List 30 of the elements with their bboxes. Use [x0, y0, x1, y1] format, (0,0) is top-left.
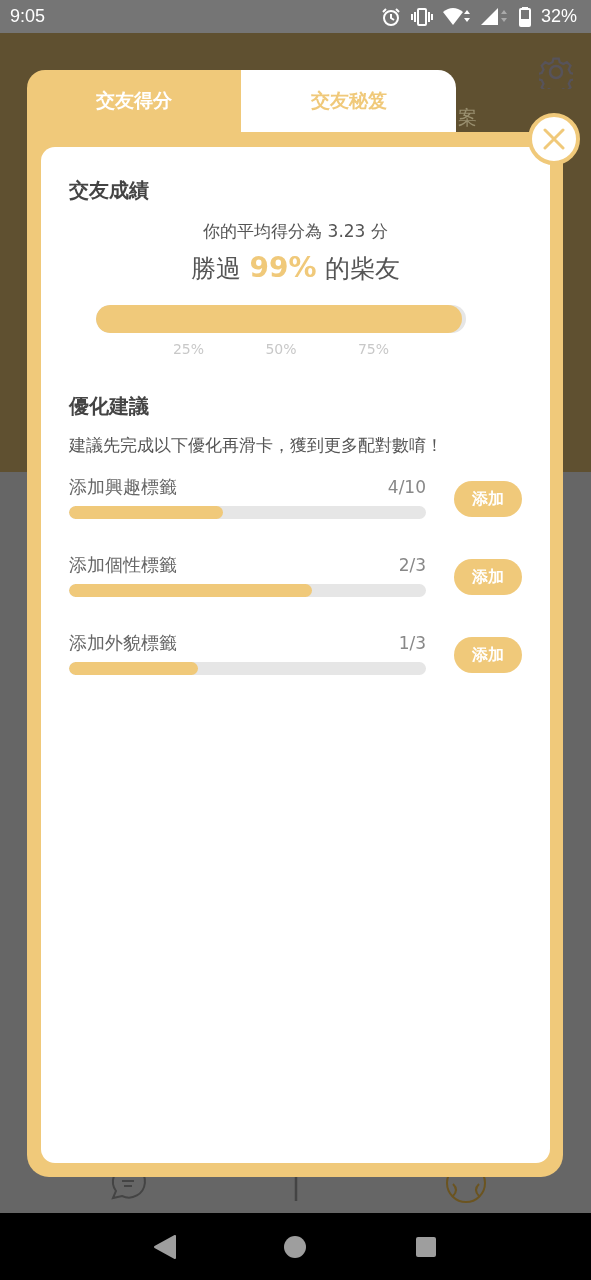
tab-label: 案 [458, 105, 477, 130]
battery-level: 32% [540, 6, 577, 27]
task-count: 1/3 [398, 633, 426, 653]
wifi-icon [442, 7, 471, 26]
add-button[interactable]: 添加 [454, 559, 522, 595]
beat-text: 的柴友 [324, 253, 400, 285]
clock-time: 9:05 [10, 6, 46, 27]
beat-percent: 99% [249, 251, 317, 284]
add-button[interactable]: 添加 [454, 481, 522, 517]
task-label: 添加興趣標籤 [69, 475, 177, 499]
advice-text: 建議先完成以下優化再滑卡，獲到更多配對數唷！ [69, 434, 444, 457]
section-title: 優化建議 [69, 393, 150, 420]
alarm-icon [380, 6, 401, 27]
vibrate-icon [410, 7, 433, 26]
beat-text: 勝過 [191, 253, 242, 285]
battery-icon [518, 6, 531, 27]
add-button[interactable]: 添加 [454, 637, 522, 673]
task-label: 添加外貌標籤 [69, 631, 177, 655]
task-count: 2/3 [398, 555, 426, 575]
signal-icon [480, 7, 509, 26]
close-icon [543, 128, 565, 150]
tab[interactable]: 交友秘笈 [241, 70, 456, 132]
back-icon[interactable] [153, 1234, 176, 1259]
recents-icon[interactable] [415, 1235, 438, 1258]
average-score-text: 你的平均得分為 3.23 分 [202, 220, 389, 243]
task-label: 添加個性標籤 [69, 553, 177, 577]
tab[interactable]: 交友得分 [27, 70, 241, 132]
section-title: 交友成績 [69, 177, 150, 204]
task-count: 4/10 [387, 477, 426, 497]
home-icon[interactable] [283, 1234, 308, 1259]
